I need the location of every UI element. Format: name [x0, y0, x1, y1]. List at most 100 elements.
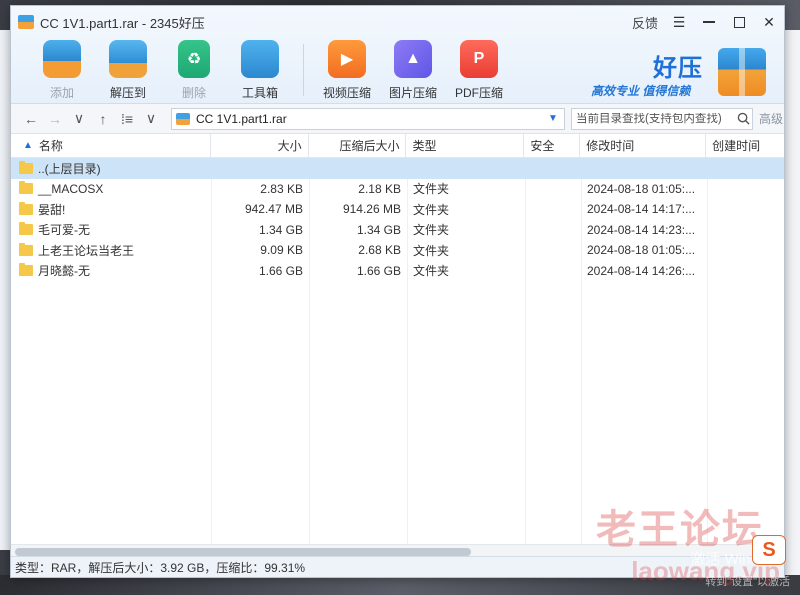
- view-dropdown-icon[interactable]: ∨: [139, 110, 163, 127]
- row-size: 2.83 KB: [260, 181, 303, 196]
- folder-icon: [19, 242, 33, 256]
- address-bar: ← → ∨ ↑ ⁞≡ ∨ CC 1V1.part1.rar ▼ 高级: [11, 104, 784, 134]
- column-created[interactable]: 创建时间: [706, 134, 784, 158]
- row-size: 942.47 MB: [244, 202, 303, 217]
- column-name[interactable]: ▲ 名称: [11, 133, 211, 158]
- list-item[interactable]: __MACOSX 2.83 KB 2.18 KB 文件夹 2024-08-18 …: [11, 179, 784, 200]
- status-text: 类型：RAR，解压后大小：3.92 GB，压缩比：99.31%: [15, 560, 306, 575]
- row-name-cell: 毛可爱-无: [11, 220, 211, 241]
- row-compressed-size: 2.68 KB: [358, 243, 401, 258]
- list-item[interactable]: 毛可爱-无 1.34 GB 1.34 GB 文件夹 2024-08-14 14:…: [11, 220, 784, 241]
- row-modified: 2024-08-14 14:17:...: [587, 202, 696, 217]
- row-size: 9.09 KB: [260, 243, 303, 258]
- view-mode-icon[interactable]: ⁞≡: [115, 111, 139, 127]
- add-button[interactable]: 添加: [29, 38, 95, 102]
- toolbox-button[interactable]: 工具箱: [227, 38, 293, 102]
- add-archive-icon: [43, 40, 81, 78]
- menu-icon[interactable]: ☰: [670, 13, 688, 31]
- row-security: [525, 158, 581, 179]
- feedback-link[interactable]: 反馈: [632, 13, 658, 32]
- column-compressed-size[interactable]: 压缩后大小: [309, 133, 407, 158]
- column-modified[interactable]: 修改时间: [580, 133, 707, 158]
- row-name: 毛可爱-无: [38, 223, 90, 238]
- toolbox-icon: [241, 40, 279, 78]
- row-type: 文件夹: [413, 223, 450, 238]
- column-size[interactable]: 大小: [211, 133, 309, 158]
- video-compress-button[interactable]: ▶ 视频压缩: [314, 38, 380, 102]
- row-compressed-size: 1.66 GB: [356, 263, 401, 278]
- path-field[interactable]: CC 1V1.part1.rar ▼: [171, 107, 565, 130]
- row-compressed-size: 914.26 MB: [342, 202, 401, 217]
- advanced-search-link[interactable]: 高级: [759, 110, 783, 127]
- row-type: 文件夹: [413, 202, 450, 217]
- up-arrow-icon[interactable]: ↑: [91, 111, 115, 127]
- background-window-right: [784, 30, 800, 590]
- forward-arrow-icon[interactable]: →: [43, 111, 67, 127]
- row-type: 文件夹: [413, 264, 450, 279]
- list-item[interactable]: 晏甜! 942.47 MB 914.26 MB 文件夹 2024-08-14 1…: [11, 199, 784, 220]
- main-toolbar: 添加 解压到 ♻ 删除 工具箱 ▶ 视频压缩 ▲ 图片压缩 P PDF压缩: [29, 38, 512, 102]
- column-header: ▲ 名称 大小 压缩后大小 类型 安全 修改时间 创建时间: [11, 133, 784, 158]
- column-security[interactable]: 安全: [524, 133, 581, 158]
- archive-box-icon: [718, 48, 766, 96]
- delete-label: 删除: [181, 86, 206, 100]
- activate-windows-subtext: 转到"设置"以激活: [705, 576, 790, 588]
- minimize-button[interactable]: [700, 13, 718, 31]
- image-icon: ▲: [394, 40, 432, 78]
- title-bar[interactable]: CC 1V1.part1.rar - 2345好压 反馈 ☰ ✕: [11, 6, 784, 38]
- toolbox-label: 工具箱: [241, 86, 278, 100]
- extract-label: 解压到: [109, 86, 146, 100]
- extract-button[interactable]: 解压到: [95, 38, 161, 102]
- sort-ascending-icon: ▲: [23, 140, 33, 151]
- taskbar-area: [0, 575, 800, 595]
- pdf-compress-label: PDF压缩: [454, 86, 503, 100]
- delete-button[interactable]: ♻ 删除: [161, 38, 227, 102]
- row-size: 1.34 GB: [258, 222, 303, 237]
- row-type: 文件夹: [413, 182, 450, 197]
- row-compressed-size: 2.18 KB: [358, 181, 401, 196]
- status-bar: 类型：RAR，解压后大小：3.92 GB，压缩比：99.31%: [11, 556, 784, 577]
- search-field[interactable]: [571, 107, 753, 130]
- back-arrow-icon[interactable]: ←: [19, 111, 43, 127]
- scrollbar-thumb[interactable]: [15, 548, 471, 556]
- maximize-button[interactable]: [730, 13, 748, 31]
- sogou-ime-icon[interactable]: S: [752, 535, 786, 565]
- pdf-icon: P: [460, 40, 498, 78]
- column-type[interactable]: 类型: [406, 133, 525, 158]
- row-compressed-size: 1.34 GB: [356, 222, 401, 237]
- row-compressed-size: [309, 158, 407, 179]
- file-list: ▲ 名称 大小 压缩后大小 类型 安全 修改时间 创建时间 ..(上层目录) _…: [11, 133, 784, 544]
- extract-icon: [109, 40, 147, 78]
- row-security: [525, 179, 581, 200]
- search-icon[interactable]: [734, 110, 752, 128]
- search-input[interactable]: [576, 112, 734, 125]
- brand-name: 好压: [653, 55, 703, 82]
- column-name-label: 名称: [38, 139, 63, 153]
- brand-logo: 好压 高效专业 值得信赖: [591, 46, 766, 102]
- list-item-parent[interactable]: ..(上层目录): [11, 158, 784, 179]
- history-dropdown-icon[interactable]: ∨: [67, 110, 91, 127]
- row-security: [525, 199, 581, 220]
- window-controls: 反馈 ☰ ✕: [632, 6, 778, 38]
- image-compress-label: 图片压缩: [388, 86, 437, 100]
- row-modified: 2024-08-14 14:26:...: [587, 263, 696, 278]
- add-label: 添加: [49, 86, 74, 100]
- video-icon: ▶: [328, 40, 366, 78]
- row-size: 1.66 GB: [258, 263, 303, 278]
- row-security: [525, 261, 581, 282]
- row-name: ..(上层目录): [38, 161, 101, 176]
- pdf-compress-button[interactable]: P PDF压缩: [446, 38, 512, 102]
- maximize-icon: [733, 16, 745, 28]
- minimize-icon: [703, 21, 715, 23]
- app-icon: [18, 15, 34, 29]
- row-modified: 2024-08-14 14:23:...: [587, 222, 696, 237]
- row-security: [525, 220, 581, 241]
- path-dropdown-icon[interactable]: ▼: [548, 113, 564, 124]
- folder-icon: [19, 263, 33, 277]
- toolbar-separator: [303, 44, 304, 96]
- close-button[interactable]: ✕: [760, 13, 778, 31]
- list-item[interactable]: 月晓懿-无 1.66 GB 1.66 GB 文件夹 2024-08-14 14:…: [11, 261, 784, 282]
- image-compress-button[interactable]: ▲ 图片压缩: [380, 38, 446, 102]
- list-item[interactable]: 上老王论坛当老王 9.09 KB 2.68 KB 文件夹 2024-08-18 …: [11, 240, 784, 261]
- row-type: 文件夹: [413, 243, 450, 258]
